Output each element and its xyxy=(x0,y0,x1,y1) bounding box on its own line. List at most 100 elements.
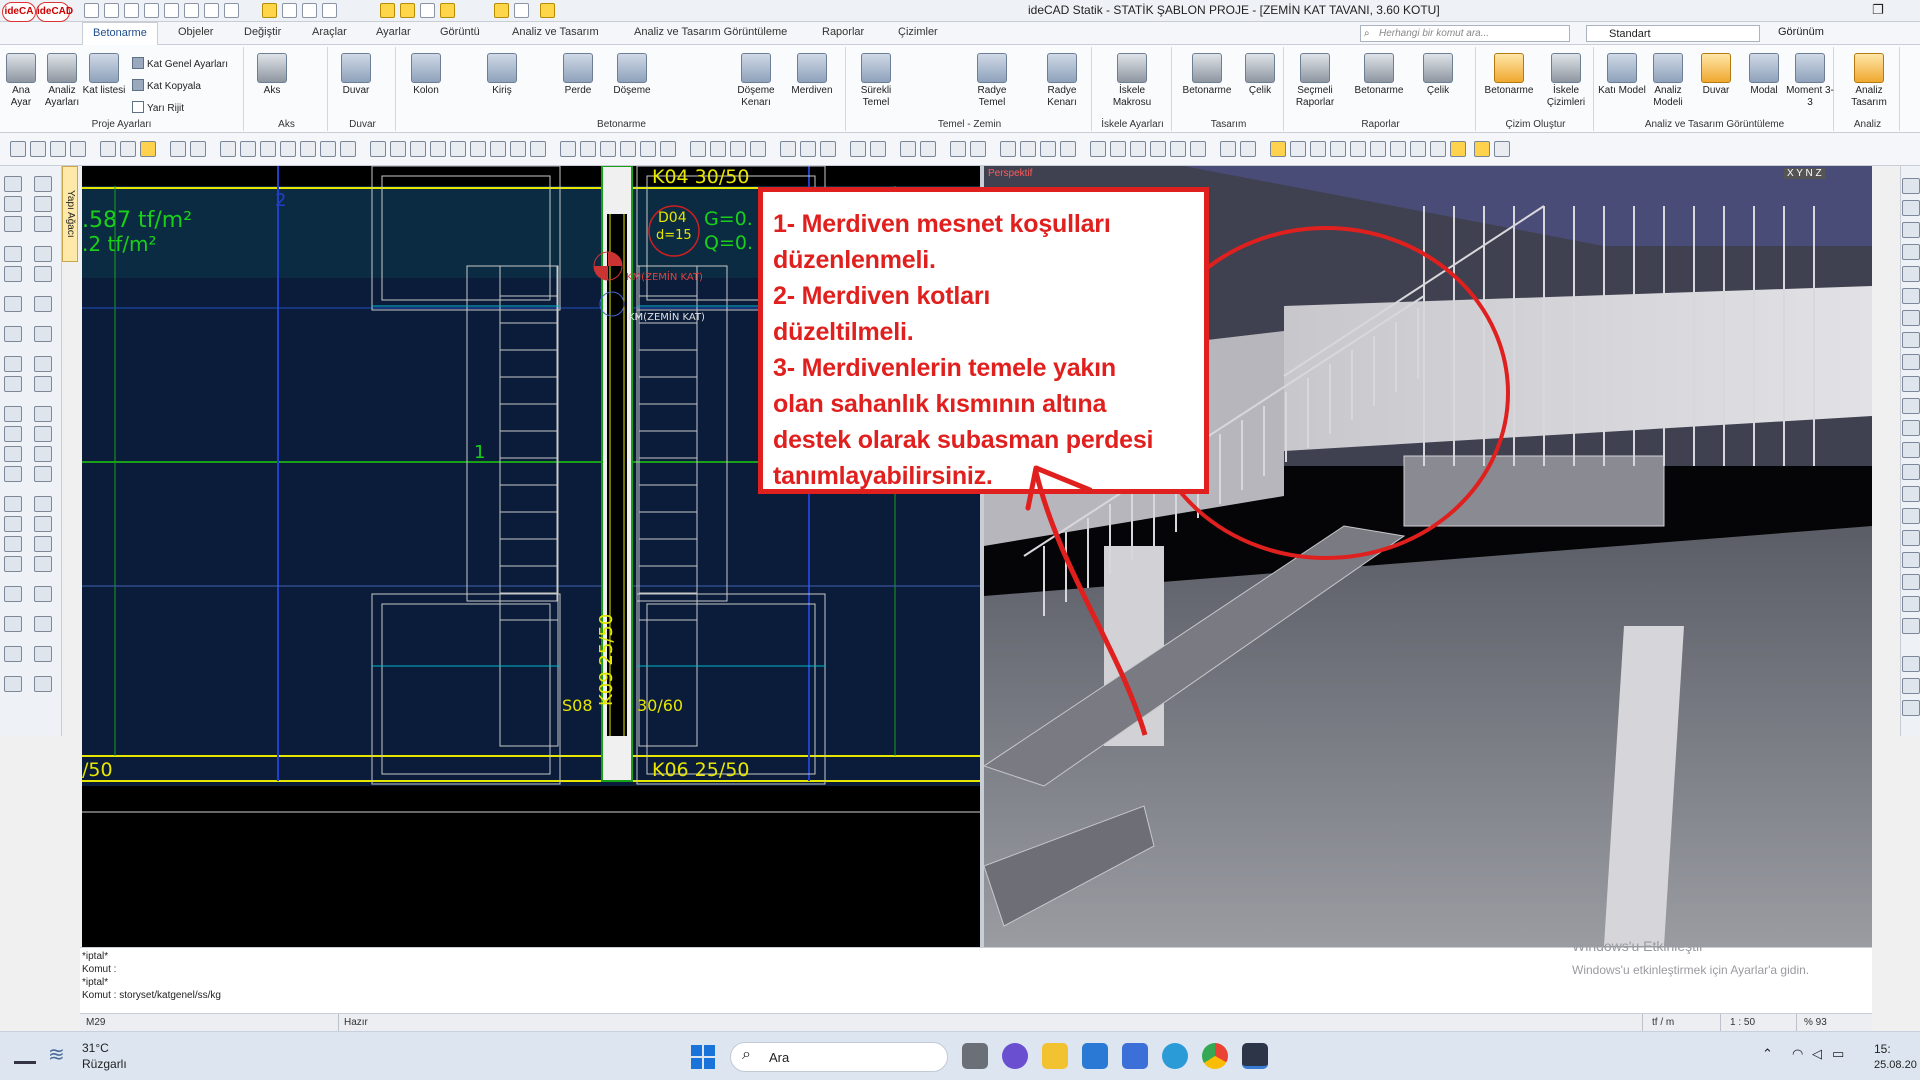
kati-model-button[interactable]: Katı Model xyxy=(1598,53,1646,97)
tool-icon[interactable] xyxy=(34,646,52,662)
cizim-betonarme-button[interactable]: Betonarme xyxy=(1480,53,1538,97)
lightning-icon[interactable] xyxy=(540,3,555,18)
idecad-taskbar-icon[interactable] xyxy=(1242,1043,1268,1069)
refresh-icon[interactable] xyxy=(1220,141,1236,157)
light-icon[interactable] xyxy=(1290,141,1306,157)
line-icon[interactable] xyxy=(370,141,386,157)
tool-icon[interactable] xyxy=(1902,508,1920,524)
binoculars-icon[interactable] xyxy=(4,676,22,692)
clock-date[interactable]: 25.08.20 xyxy=(1874,1059,1917,1071)
tool-icon[interactable] xyxy=(1902,596,1920,612)
kat-genel-ayarlari-button[interactable]: Kat Genel Ayarları xyxy=(132,57,228,70)
task-view-icon[interactable] xyxy=(962,1043,988,1069)
ortho-icon[interactable] xyxy=(322,3,337,18)
offset-icon[interactable] xyxy=(340,141,356,157)
tool-icon[interactable] xyxy=(4,516,22,532)
trim-icon[interactable] xyxy=(300,141,316,157)
zoom-out-icon[interactable] xyxy=(50,141,66,157)
kat-kopyala-button[interactable]: Kat Kopyala xyxy=(132,79,201,92)
angle-icon[interactable] xyxy=(450,141,466,157)
status-scale[interactable]: 1 : 50 xyxy=(1730,1017,1755,1028)
screen-icon[interactable] xyxy=(224,3,239,18)
tool-icon[interactable] xyxy=(34,356,52,372)
chart6-icon[interactable] xyxy=(1430,141,1446,157)
tool-icon[interactable] xyxy=(1902,398,1920,414)
grid2-icon[interactable] xyxy=(660,141,676,157)
analiz-modeli-button[interactable]: Analiz Modeli xyxy=(1644,53,1692,109)
rapor-celik-button[interactable]: Çelik xyxy=(1414,53,1462,97)
tool-icon[interactable] xyxy=(4,446,22,462)
status-units[interactable]: tf / m xyxy=(1652,1017,1674,1028)
tool-icon[interactable] xyxy=(34,586,52,602)
arrow-icon[interactable] xyxy=(750,141,766,157)
tool-icon[interactable] xyxy=(4,246,22,262)
tab-degistir[interactable]: Değiştir xyxy=(244,26,281,38)
mirror-icon[interactable] xyxy=(280,141,296,157)
show-icon[interactable] xyxy=(1170,141,1186,157)
tab-raporlar[interactable]: Raporlar xyxy=(822,26,864,38)
style-select[interactable]: Standart xyxy=(1586,25,1760,42)
tool-icon[interactable] xyxy=(4,406,22,422)
tool-icon[interactable] xyxy=(34,406,52,422)
chart3-icon[interactable] xyxy=(1370,141,1386,157)
tool-icon[interactable] xyxy=(4,376,22,392)
circle-icon[interactable] xyxy=(690,141,706,157)
tool-icon[interactable] xyxy=(1902,530,1920,546)
tool-icon[interactable] xyxy=(1902,464,1920,480)
iskele-makrosu-button[interactable]: İskele Makrosu xyxy=(1108,53,1156,109)
tab-betonarme[interactable]: Betonarme xyxy=(82,22,158,45)
redo-icon[interactable] xyxy=(204,3,219,18)
tool-icon[interactable] xyxy=(34,326,52,342)
doseme-kenari-button[interactable]: Döşeme Kenarı xyxy=(732,53,780,109)
radye-kenari-button[interactable]: Radye Kenarı xyxy=(1038,53,1086,109)
corner-icon[interactable] xyxy=(510,141,526,157)
analiz-tasarim-button[interactable]: Analiz Tasarım xyxy=(1842,53,1896,109)
tool-icon[interactable] xyxy=(34,216,52,232)
copy2-icon[interactable] xyxy=(920,141,936,157)
save-icon[interactable] xyxy=(144,3,159,18)
join-icon[interactable] xyxy=(870,141,886,157)
print2-icon[interactable] xyxy=(900,141,916,157)
rect-icon[interactable] xyxy=(730,141,746,157)
grid-icon[interactable] xyxy=(302,3,317,18)
tool-icon[interactable] xyxy=(4,616,22,632)
chart5-icon[interactable] xyxy=(1410,141,1426,157)
pencil-icon[interactable] xyxy=(120,141,136,157)
wifi-icon[interactable]: ◠ xyxy=(1792,1046,1803,1062)
tab-ayarlar[interactable]: Ayarlar xyxy=(376,26,411,38)
aks-button[interactable]: Aks xyxy=(248,53,296,97)
tasarim-betonarme-button[interactable]: Betonarme xyxy=(1178,53,1236,97)
chevron-up-icon[interactable]: ⌃ xyxy=(1762,1046,1773,1062)
tool-icon[interactable] xyxy=(1902,700,1920,716)
copilot-icon[interactable] xyxy=(1162,1043,1188,1069)
tab-goruntu[interactable]: Görüntü xyxy=(440,26,480,38)
chat-icon[interactable] xyxy=(1002,1043,1028,1069)
tool-icon[interactable] xyxy=(34,176,52,192)
image-icon[interactable] xyxy=(620,141,636,157)
tool-icon[interactable] xyxy=(1902,420,1920,436)
zoom-window-icon[interactable] xyxy=(10,141,26,157)
tool-icon[interactable] xyxy=(4,536,22,552)
home-icon[interactable] xyxy=(84,3,99,18)
tool-icon[interactable] xyxy=(34,246,52,262)
axis-toggle-icon[interactable] xyxy=(1090,141,1106,157)
tool-icon[interactable] xyxy=(4,556,22,572)
filter2-icon[interactable] xyxy=(1060,141,1076,157)
show-desktop-icon[interactable] xyxy=(14,1046,36,1064)
highlight-icon[interactable] xyxy=(140,141,156,157)
zoom-all-icon[interactable] xyxy=(70,141,86,157)
tool-icon[interactable] xyxy=(1902,200,1920,216)
tool-icon[interactable] xyxy=(34,376,52,392)
window-layout-icon[interactable] xyxy=(1474,141,1490,157)
text-icon[interactable] xyxy=(170,141,186,157)
layers-icon[interactable] xyxy=(262,3,277,18)
merdiven-button[interactable]: Merdiven xyxy=(788,53,836,97)
tool-icon[interactable] xyxy=(34,426,52,442)
tool-icon[interactable] xyxy=(34,196,52,212)
tool-icon[interactable] xyxy=(34,556,52,572)
ana-ayar-button[interactable]: Ana Ayar xyxy=(4,53,38,109)
command-line[interactable]: *iptal* Komut : *iptal* Komut : storyset… xyxy=(80,947,1872,1013)
tool-icon[interactable] xyxy=(4,426,22,442)
taskbar-search[interactable]: Ara xyxy=(730,1042,948,1072)
open-folder-icon[interactable] xyxy=(124,3,139,18)
